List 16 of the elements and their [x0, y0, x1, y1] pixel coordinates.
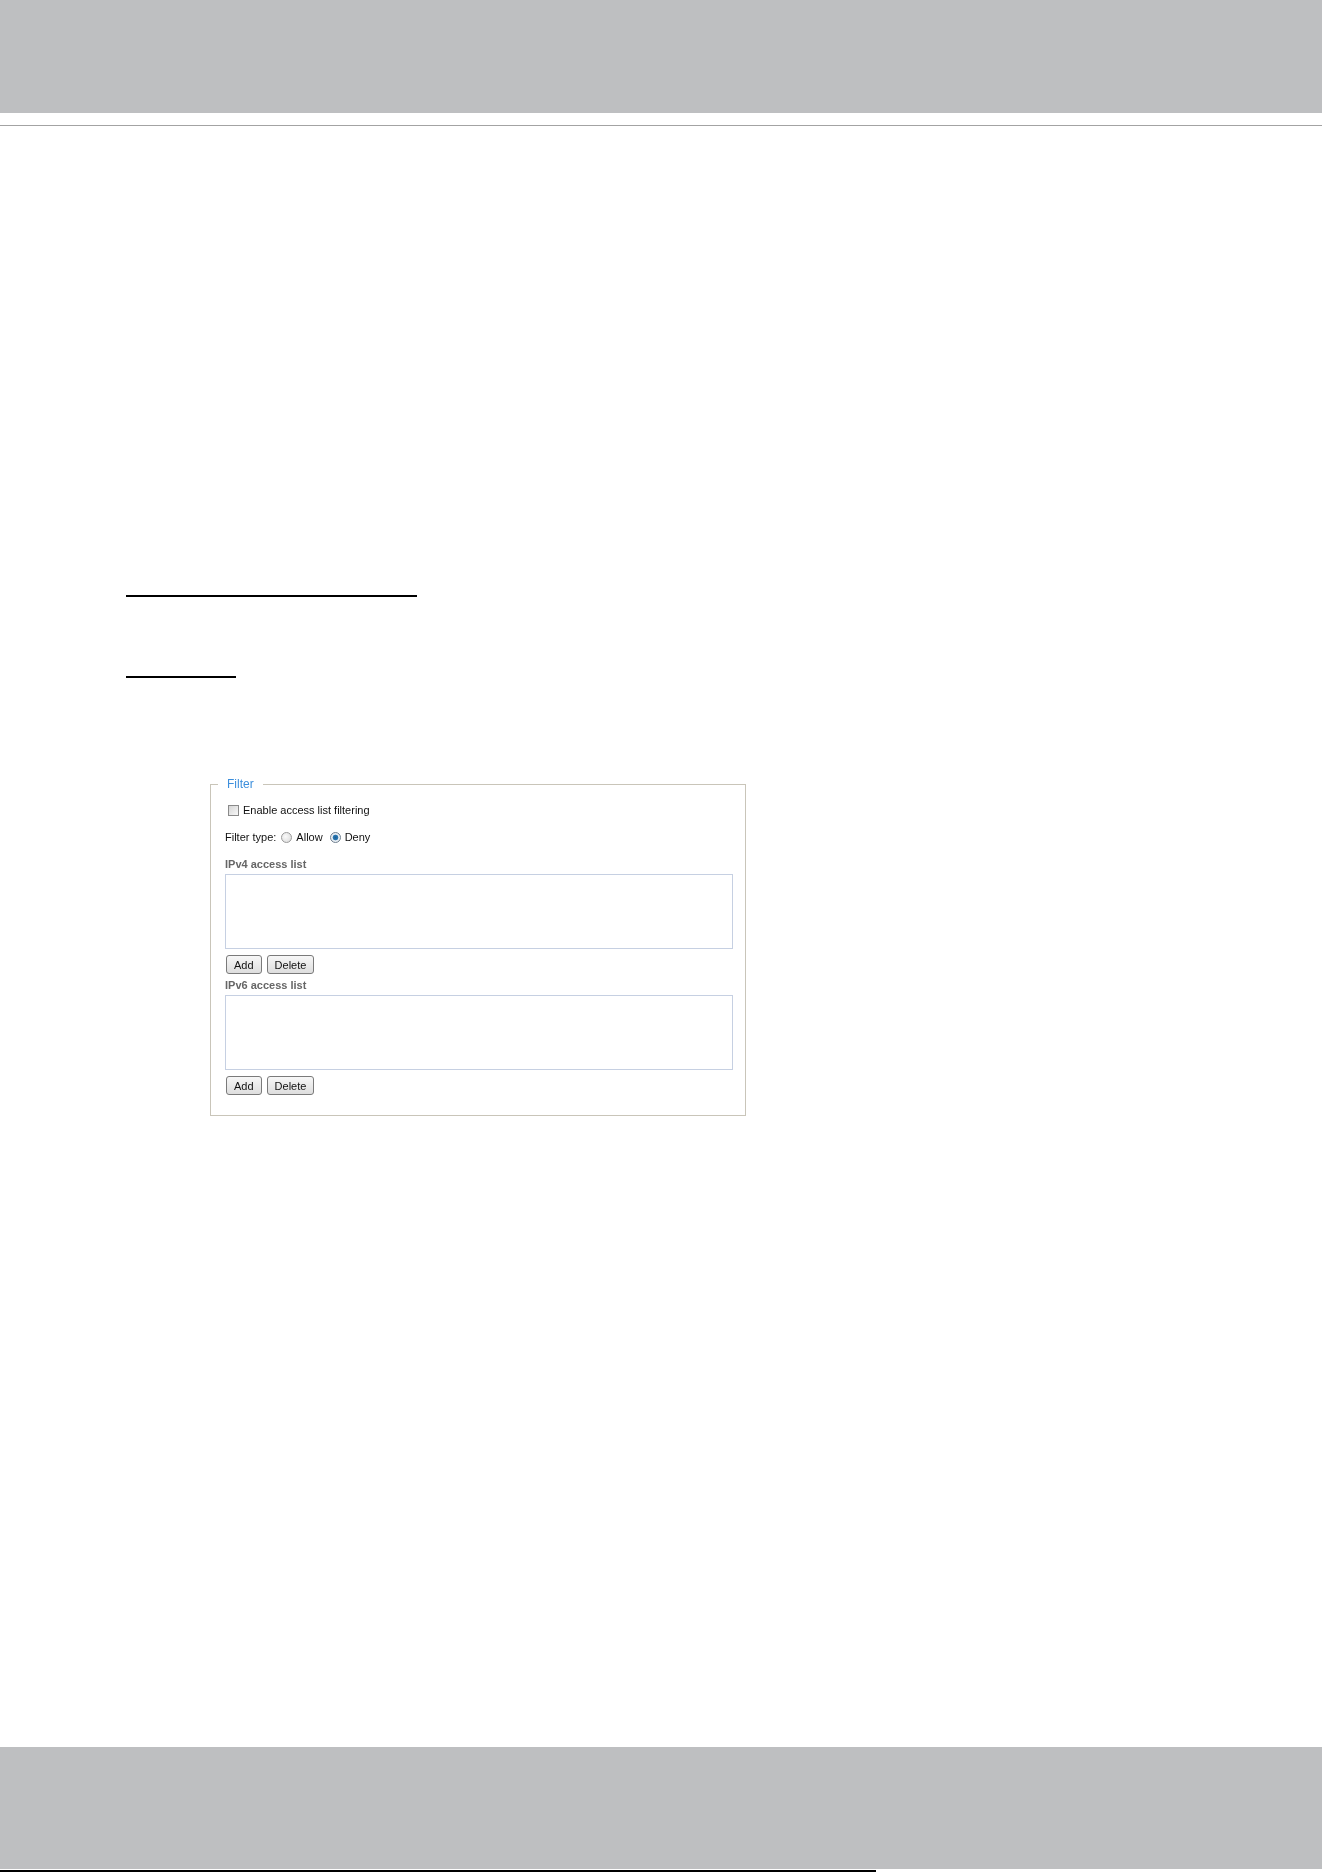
checkbox[interactable] [228, 804, 239, 816]
filter-type-label: Filter type: [225, 831, 277, 843]
access-list-field[interactable] [225, 995, 733, 1070]
radio-label: Deny [344, 831, 371, 843]
list-label: IPv6 access list [225, 979, 307, 992]
panel-legend: Filter [218, 777, 263, 791]
radio-button[interactable] [281, 831, 293, 843]
list-label: IPv4 access list [225, 858, 307, 871]
radio-label: Allow [296, 831, 323, 843]
radio-button[interactable] [329, 831, 341, 843]
access-list-field[interactable] [225, 874, 733, 949]
action-button[interactable]: Delete [266, 1076, 315, 1095]
checkbox-label: Enable access list filtering [243, 804, 370, 816]
action-button[interactable]: Add [226, 1076, 262, 1095]
action-button[interactable]: Add [226, 955, 262, 974]
action-button[interactable]: Delete [266, 955, 315, 974]
